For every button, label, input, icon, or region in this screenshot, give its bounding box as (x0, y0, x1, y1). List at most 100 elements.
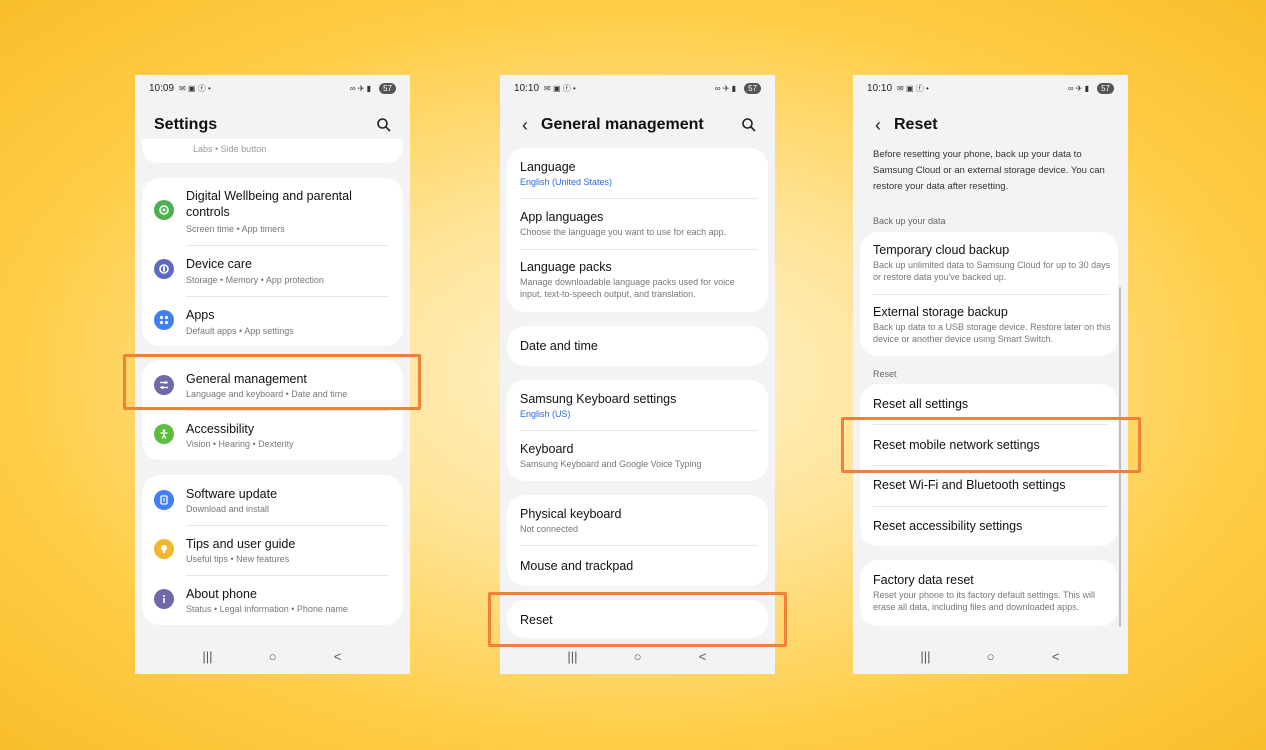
back-button[interactable]: < (1041, 649, 1071, 664)
item-app-languages[interactable]: App languages Choose the language you wa… (507, 199, 768, 249)
status-bar: 10:10 ✉ ▣ ⓕ • ∞ ✈ ▮ 57 (514, 81, 761, 95)
battery-indicator: 57 (379, 82, 396, 94)
item-language-packs[interactable]: Language packs Manage downloadable langu… (507, 250, 768, 312)
wifi-icon: ∞ ✈ ▮ (1067, 83, 1090, 93)
section-label-reset: Reset (873, 369, 897, 379)
item-title: External storage backup (873, 305, 1008, 319)
item-title: Device care (186, 257, 252, 271)
search-icon[interactable] (376, 117, 392, 133)
item-title: Keyboard (520, 442, 574, 456)
home-button[interactable]: ○ (623, 649, 653, 664)
item-subtitle: Screen time • App timers (186, 224, 285, 234)
item-subtitle: Storage • Memory • App protection (186, 275, 324, 285)
item-title: Reset Wi-Fi and Bluetooth settings (873, 478, 1066, 492)
status-time: 10:10 (867, 82, 893, 94)
search-icon[interactable] (741, 117, 757, 133)
item-subtitle: Not connected (520, 524, 579, 534)
factory-reset-card: Factory data reset Reset your phone to i… (860, 560, 1118, 626)
item-subtitle: Samsung Keyboard and Google Voice Typing (520, 459, 702, 469)
item-title: Samsung Keyboard settings (520, 392, 677, 406)
reset-intro-text: Before resetting your phone, back up you… (873, 149, 1105, 192)
item-title: Physical keyboard (520, 507, 622, 521)
highlight-reset (488, 592, 787, 647)
item-title: Digital Wellbeing and parental controls (186, 189, 352, 219)
settings-header: Settings (135, 111, 410, 139)
item-title: Language packs (520, 260, 612, 274)
general-management-screen: 10:10 ✉ ▣ ⓕ • ∞ ✈ ▮ 57 ‹ General managem… (500, 75, 775, 674)
status-bar: 10:09 ✉ ▣ ⓕ • ∞ ✈ ▮ 57 (149, 81, 396, 95)
home-button[interactable]: ○ (258, 649, 288, 664)
settings-card-1: Digital Wellbeing and parental controls … (142, 178, 403, 346)
page-title: General management (541, 116, 704, 133)
status-time: 10:09 (149, 82, 175, 94)
item-subtitle: English (United States) (520, 177, 613, 187)
item-mouse-trackpad[interactable]: Mouse and trackpad (507, 546, 768, 586)
backup-card: Temporary cloud backup Back up unlimited… (860, 232, 1118, 356)
item-title: Temporary cloud backup (873, 243, 1010, 257)
item-title: App languages (520, 210, 604, 224)
accessibility-icon (154, 424, 174, 444)
item-keyboard[interactable]: Keyboard Samsung Keyboard and Google Voi… (507, 431, 768, 481)
back-arrow-icon[interactable]: ‹ (866, 115, 890, 136)
status-bar: 10:10 ✉ ▣ ⓕ • ∞ ✈ ▮ 57 (867, 81, 1114, 95)
wellbeing-icon (154, 200, 174, 220)
item-samsung-keyboard[interactable]: Samsung Keyboard settings English (US) (507, 380, 768, 430)
item-subtitle: Default apps • App settings (186, 326, 294, 336)
settings-item-digital-wellbeing[interactable]: Digital Wellbeing and parental controls … (142, 178, 403, 244)
wifi-icon: ∞ ✈ ▮ (714, 83, 737, 93)
settings-item-tips[interactable]: Tips and user guide Useful tips • New fe… (142, 526, 403, 576)
back-button[interactable]: < (323, 649, 353, 664)
item-title: Reset accessibility settings (873, 519, 1023, 533)
update-icon (154, 490, 174, 510)
keyboard-card: Samsung Keyboard settings English (US) K… (507, 380, 768, 481)
partial-subtitle: Labs • Side button (193, 144, 267, 154)
settings-item-accessibility[interactable]: Accessibility Vision • Hearing • Dexteri… (142, 411, 403, 460)
nav-bar: ||| ○ < (853, 638, 1128, 674)
item-date-time[interactable]: Date and time (507, 326, 768, 366)
recents-button[interactable]: ||| (558, 649, 588, 664)
item-language[interactable]: Language English (United States) (507, 148, 768, 198)
general-header: ‹ General management (500, 111, 775, 139)
item-subtitle: Choose the language you want to use for … (520, 227, 727, 237)
nav-bar: ||| ○ < (135, 638, 410, 674)
date-time-card: Date and time (507, 326, 768, 366)
item-title: Reset all settings (873, 397, 969, 411)
item-subtitle: Vision • Hearing • Dexterity (186, 439, 294, 449)
home-button[interactable]: ○ (976, 649, 1006, 664)
recents-button[interactable]: ||| (911, 649, 941, 664)
item-subtitle: Reset your phone to its factory default … (873, 590, 1095, 612)
settings-item-apps[interactable]: Apps Default apps • App settings (142, 297, 403, 346)
recents-button[interactable]: ||| (193, 649, 223, 664)
reset-header: ‹ Reset (853, 111, 1128, 139)
back-arrow-icon[interactable]: ‹ (513, 115, 537, 136)
physical-keyboard-card: Physical keyboard Not connected Mouse an… (507, 495, 768, 586)
reset-screen: 10:10 ✉ ▣ ⓕ • ∞ ✈ ▮ 57 ‹ Reset Before re… (853, 75, 1128, 674)
page-title: Reset (894, 116, 938, 133)
partial-card: Labs • Side button (142, 139, 403, 163)
item-physical-keyboard[interactable]: Physical keyboard Not connected (507, 495, 768, 545)
item-title: Apps (186, 308, 215, 322)
item-temporary-cloud-backup[interactable]: Temporary cloud backup Back up unlimited… (860, 232, 1118, 294)
item-title: Mouse and trackpad (520, 559, 634, 573)
battery-indicator: 57 (744, 82, 761, 94)
notification-icons: ✉ ▣ ⓕ • (179, 83, 211, 93)
info-icon (154, 589, 174, 609)
item-factory-data-reset[interactable]: Factory data reset Reset your phone to i… (860, 560, 1118, 626)
settings-card-3: Software update Download and install Tip… (142, 475, 403, 625)
item-subtitle: Status • Legal information • Phone name (186, 604, 348, 614)
status-time: 10:10 (514, 82, 540, 94)
item-title: Language (520, 160, 576, 174)
settings-item-software-update[interactable]: Software update Download and install (142, 475, 403, 525)
back-button[interactable]: < (688, 649, 718, 664)
wifi-icon: ∞ ✈ ▮ (349, 83, 372, 93)
battery-indicator: 57 (1097, 82, 1114, 94)
item-subtitle: Back up data to a USB storage device. Re… (873, 322, 1111, 344)
item-external-storage-backup[interactable]: External storage backup Back up data to … (860, 295, 1118, 356)
item-subtitle: Useful tips • New features (186, 554, 290, 564)
item-subtitle: Manage downloadable language packs used … (520, 277, 735, 299)
item-reset-accessibility[interactable]: Reset accessibility settings (860, 507, 1118, 546)
highlight-reset-mobile-network (841, 417, 1141, 473)
settings-item-device-care[interactable]: Device care Storage • Memory • App prote… (142, 246, 403, 296)
settings-item-about-phone[interactable]: About phone Status • Legal information •… (142, 576, 403, 625)
item-subtitle: English (US) (520, 409, 571, 419)
